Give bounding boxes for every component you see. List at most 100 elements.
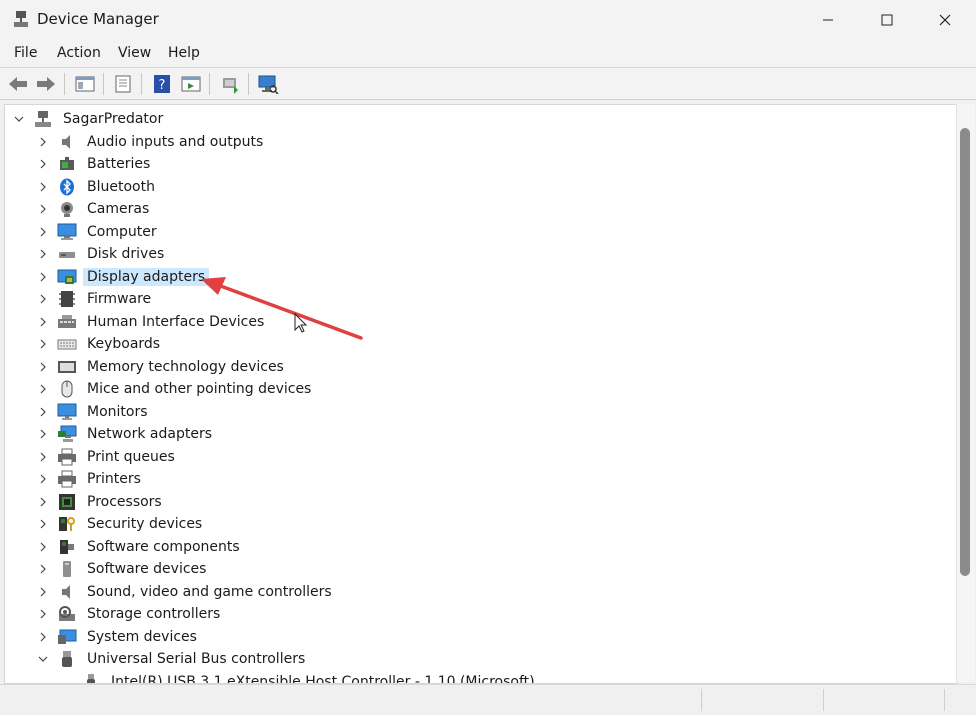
properties-button[interactable] <box>111 72 135 96</box>
expand-chevron-icon[interactable] <box>35 516 51 532</box>
tree-item-monitors[interactable]: Monitors <box>35 401 152 423</box>
toolbar-separator <box>248 73 249 95</box>
battery-icon <box>57 155 77 173</box>
update-driver-button[interactable] <box>218 72 242 96</box>
help-button[interactable]: ? <box>150 72 174 96</box>
expand-chevron-icon[interactable] <box>35 539 51 555</box>
tree-item-label: Printers <box>87 471 141 487</box>
expand-chevron-icon[interactable] <box>35 606 51 622</box>
tree-item-system-devices[interactable]: System devices <box>35 626 201 648</box>
tree-item-label: Intel(R) USB 3.1 eXtensible Host Control… <box>111 673 535 684</box>
menu-view[interactable]: View <box>118 45 151 61</box>
tree-item-audio-inputs-and-outputs[interactable]: Audio inputs and outputs <box>35 131 267 153</box>
expand-chevron-icon[interactable] <box>35 381 51 397</box>
expand-chevron-icon[interactable] <box>35 629 51 645</box>
minimize-button[interactable] <box>799 0 857 39</box>
tree-item-human-interface-devices[interactable]: Human Interface Devices <box>35 311 268 333</box>
expand-chevron-icon[interactable] <box>35 314 51 330</box>
title-bar: Device Manager <box>0 0 976 39</box>
software-device-icon <box>57 560 77 578</box>
properties-icon <box>115 75 131 93</box>
tree-item-label: Bluetooth <box>87 178 155 195</box>
tree-item-label: Mice and other pointing devices <box>87 381 312 397</box>
tree-item-display-adapters[interactable]: Display adapters <box>35 266 210 288</box>
toolbar: ? <box>0 68 976 100</box>
expand-chevron-icon[interactable] <box>35 359 51 375</box>
menu-help[interactable]: Help <box>168 45 200 61</box>
tree-item-printers[interactable]: Printers <box>35 468 145 490</box>
tree-item-bluetooth[interactable]: Bluetooth <box>35 176 159 198</box>
scan-hardware-icon <box>258 75 279 94</box>
tree-root-label: SagarPredator <box>63 111 164 127</box>
tree-item-software-devices[interactable]: Software devices <box>35 558 210 580</box>
tree-item-cameras[interactable]: Cameras <box>35 198 153 220</box>
expand-chevron-icon[interactable] <box>35 246 51 262</box>
tree-item-mice-and-other-pointing-devices[interactable]: Mice and other pointing devices <box>35 378 315 400</box>
expand-chevron-icon[interactable] <box>35 404 51 420</box>
tree-item-computer[interactable]: Computer <box>35 221 161 243</box>
tree-item-print-queues[interactable]: Print queues <box>35 446 179 468</box>
tree-root[interactable]: SagarPredator <box>11 108 167 130</box>
back-button[interactable] <box>6 72 30 96</box>
expand-chevron-icon[interactable] <box>35 471 51 487</box>
collapse-chevron-icon[interactable] <box>35 651 51 667</box>
usb-icon <box>57 650 77 668</box>
tree-item-processors[interactable]: Processors <box>35 491 166 513</box>
tree-item-label: Software components <box>87 538 240 555</box>
close-button[interactable] <box>916 0 974 39</box>
expand-chevron-icon[interactable] <box>35 201 51 217</box>
expand-chevron-icon[interactable] <box>35 134 51 150</box>
tree-item-batteries[interactable]: Batteries <box>35 153 154 175</box>
tree-item-storage-controllers[interactable]: Storage controllers <box>35 603 224 625</box>
expand-chevron-icon[interactable] <box>35 156 51 172</box>
expand-chevron-icon[interactable] <box>35 449 51 465</box>
speaker-icon <box>57 133 77 151</box>
expand-chevron-icon[interactable] <box>35 336 51 352</box>
tree-item-universal-serial-bus-controllers[interactable]: Universal Serial Bus controllers <box>35 648 309 670</box>
scan-hardware-button[interactable] <box>256 72 280 96</box>
tree-item-disk-drives[interactable]: Disk drives <box>35 243 168 265</box>
hid-icon <box>57 313 77 331</box>
tree-item-software-components[interactable]: Software components <box>35 536 244 558</box>
expand-chevron-icon[interactable] <box>35 179 51 195</box>
tree-item-sound-video-and-game-controllers[interactable]: Sound, video and game controllers <box>35 581 336 603</box>
tree-child-usb-host-controller[interactable]: Intel(R) USB 3.1 eXtensible Host Control… <box>59 671 539 684</box>
menu-action[interactable]: Action <box>57 45 101 61</box>
storage-controller-icon <box>57 605 77 623</box>
tree-item-label: Computer <box>87 223 157 240</box>
vertical-scrollbar[interactable] <box>956 104 975 682</box>
tree-item-label: Keyboards <box>87 336 161 352</box>
scrollbar-thumb[interactable] <box>960 128 970 576</box>
disk-drive-icon <box>57 245 77 263</box>
sound-controller-icon <box>57 583 77 601</box>
network-adapter-icon <box>57 425 77 443</box>
tree-item-memory-technology-devices[interactable]: Memory technology devices <box>35 356 288 378</box>
toolbar-separator <box>64 73 65 95</box>
menu-file[interactable]: File <box>14 45 37 61</box>
memory-icon <box>57 358 77 376</box>
tree-item-security-devices[interactable]: Security devices <box>35 513 206 535</box>
bluetooth-icon <box>57 178 77 196</box>
forward-button[interactable] <box>34 72 58 96</box>
show-hide-console-tree-icon <box>75 76 95 92</box>
expand-chevron-icon[interactable] <box>35 561 51 577</box>
processor-icon <box>57 493 77 511</box>
expand-chevron-icon[interactable] <box>35 269 51 285</box>
expand-chevron-icon[interactable] <box>35 494 51 510</box>
tree-item-firmware[interactable]: Firmware <box>35 288 155 310</box>
usb-device-icon <box>81 673 101 683</box>
tree-item-label: Processors <box>87 493 162 510</box>
expand-chevron-icon[interactable] <box>35 426 51 442</box>
expand-chevron-icon[interactable] <box>35 584 51 600</box>
collapse-chevron-icon[interactable] <box>11 111 27 127</box>
maximize-button[interactable] <box>858 0 916 39</box>
tree-item-network-adapters[interactable]: Network adapters <box>35 423 216 445</box>
action-pane-button[interactable] <box>179 72 203 96</box>
expand-chevron-icon[interactable] <box>35 224 51 240</box>
expand-chevron-icon[interactable] <box>35 291 51 307</box>
show-hide-console-tree-button[interactable] <box>73 72 97 96</box>
tree-item-label: Software devices <box>87 561 207 577</box>
tree-item-keyboards[interactable]: Keyboards <box>35 333 164 355</box>
device-manager-app-icon <box>14 11 28 27</box>
